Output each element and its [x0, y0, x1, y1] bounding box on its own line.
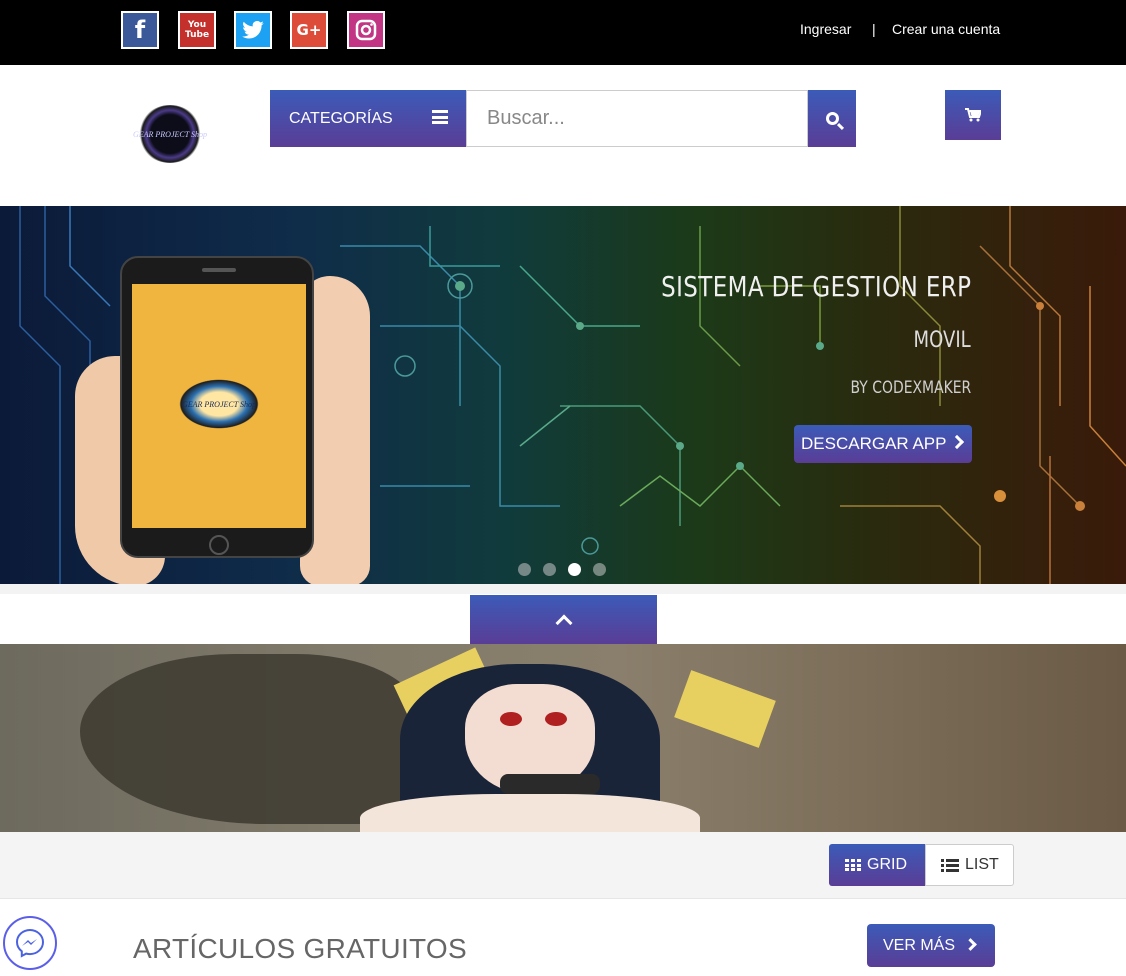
- logo-text: GEAR PROJECT Shop: [132, 129, 208, 139]
- collapse-banner-button[interactable]: [470, 595, 657, 644]
- list-view-label: LIST: [965, 856, 999, 873]
- list-view-button[interactable]: LIST: [925, 844, 1014, 886]
- phone-screen: GEAR PROJECT Shop: [132, 284, 306, 528]
- youtube-icon[interactable]: You Tube: [178, 11, 216, 49]
- download-app-label: DESCARGAR APP: [801, 434, 947, 453]
- chevron-right-icon: [964, 938, 977, 951]
- divider-strip: [0, 584, 1126, 594]
- hero-subtitle: MOVIL: [913, 328, 971, 353]
- banner-ribbon-right: [674, 670, 776, 748]
- hero-byline: BY CODEXMAKER: [850, 378, 971, 398]
- chevron-up-icon: [555, 614, 572, 632]
- banner-dragon-figure: [80, 654, 420, 824]
- carousel-dot-1[interactable]: [518, 563, 531, 576]
- phone-home-button: [209, 535, 229, 555]
- carousel-indicators: [518, 563, 606, 576]
- see-more-label: VER MÁS: [883, 936, 956, 954]
- banner-figure-collar: [500, 774, 600, 794]
- list-icon: [941, 858, 959, 872]
- chevron-right-icon: [949, 434, 965, 450]
- carousel-dot-4[interactable]: [593, 563, 606, 576]
- login-link[interactable]: Ingresar: [800, 21, 851, 37]
- google-plus-icon[interactable]: G+: [290, 11, 328, 49]
- grid-view-label: GRID: [867, 856, 907, 873]
- instagram-icon[interactable]: [347, 11, 385, 49]
- carousel-dot-3[interactable]: [568, 563, 581, 576]
- top-bar: f You Tube G+ Ingresar | Crear una cuent…: [0, 0, 1126, 65]
- app-logo-text: GEAR PROJECT Shop: [181, 399, 257, 409]
- facebook-icon[interactable]: f: [121, 11, 159, 49]
- search-icon: [825, 112, 839, 125]
- youtube-icon-text-bottom: Tube: [184, 30, 210, 40]
- hero-carousel: GEAR PROJECT Shop SISTEMA DE GESTION ERP…: [0, 206, 1126, 584]
- search-input[interactable]: [466, 90, 808, 147]
- banner-figure-body: [360, 794, 700, 832]
- promo-banner-image: [0, 644, 1126, 832]
- link-separator: |: [872, 21, 876, 37]
- phone-speaker: [202, 268, 236, 272]
- banner-figure-eye-left: [500, 712, 522, 726]
- app-logo: GEAR PROJECT Shop: [174, 376, 264, 432]
- view-toolbar: GRID LIST: [0, 832, 1126, 899]
- hamburger-menu-icon: [432, 110, 448, 124]
- twitter-bird-icon: [242, 21, 264, 39]
- grid-view-button[interactable]: GRID: [829, 844, 925, 886]
- instagram-camera-icon: [355, 19, 377, 41]
- signup-link[interactable]: Crear una cuenta: [892, 21, 1000, 37]
- grid-icon: [845, 859, 861, 871]
- see-more-button[interactable]: VER MÁS: [867, 924, 995, 967]
- phone-image: GEAR PROJECT Shop: [120, 256, 314, 558]
- banner-figure-eye-right: [545, 712, 567, 726]
- categories-button[interactable]: CATEGORÍAS: [270, 90, 466, 147]
- messenger-icon: [15, 928, 45, 958]
- youtube-icon-text-top: You: [187, 20, 207, 30]
- carousel-dot-2[interactable]: [543, 563, 556, 576]
- cart-icon: [965, 108, 981, 122]
- twitter-icon[interactable]: [234, 11, 272, 49]
- download-app-button[interactable]: DESCARGAR APP: [794, 425, 972, 463]
- categories-label: CATEGORÍAS: [289, 109, 393, 127]
- cart-button[interactable]: [945, 90, 1001, 140]
- search-button[interactable]: [808, 90, 856, 147]
- hero-title: SISTEMA DE GESTION ERP: [660, 270, 971, 303]
- site-logo[interactable]: GEAR PROJECT Shop: [133, 105, 207, 163]
- section-title: ARTÍCULOS GRATUITOS: [133, 933, 467, 964]
- messenger-chat-button[interactable]: [3, 916, 57, 970]
